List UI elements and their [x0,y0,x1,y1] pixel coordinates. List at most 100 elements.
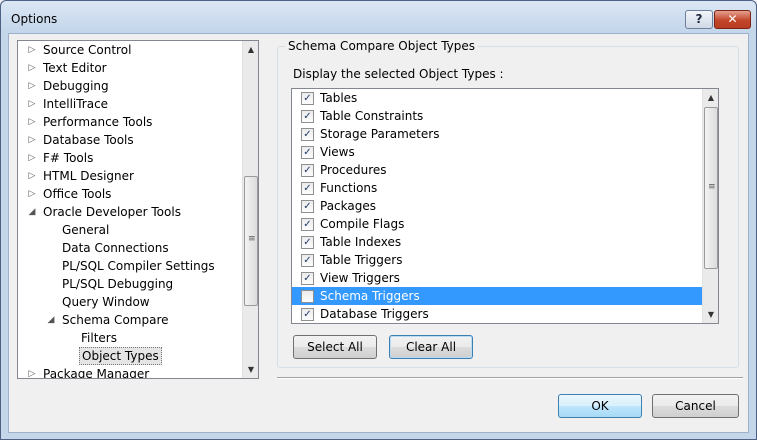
list-item[interactable]: ✓ Views [292,143,702,161]
collapsed-arrow-icon[interactable]: ▷ [26,167,38,185]
tree-item-label: Performance Tools [43,115,153,129]
tree-item[interactable]: ▷ Office Tools [18,185,242,203]
expanded-arrow-icon[interactable]: ◢ [26,203,38,221]
dialog-client-area: ▷ Source Control ▷ Text Editor ▷ Debugging ▷ In… [8,33,749,433]
tree-item-label: Data Connections [62,241,169,255]
checked-checkbox[interactable]: ✓ [301,308,314,321]
tree-item[interactable]: Data Connections [18,239,242,257]
expanded-arrow-icon[interactable]: ◢ [45,311,57,329]
list-item[interactable]: ✓ Functions [292,179,702,197]
checked-checkbox[interactable]: ✓ [301,272,314,285]
list-item[interactable]: ✓ Table Indexes [292,233,702,251]
tree-item-label: General [62,223,110,237]
collapsed-arrow-icon[interactable]: ▷ [26,113,38,131]
list-item-label: Schema Triggers [320,289,420,303]
tree-item-label: HTML Designer [43,169,134,183]
checked-checkbox[interactable]: ✓ [301,92,314,105]
list-item[interactable]: ✓ Database Triggers [292,305,702,323]
tree-scroll-thumb[interactable]: ≡ [244,176,258,306]
list-item-label: View Triggers [320,271,400,285]
ok-button[interactable]: OK [558,394,642,418]
tree-item[interactable]: ▷ IntelliTrace [18,95,242,113]
list-item[interactable]: ✓ Storage Parameters [292,125,702,143]
tree-item-label: Object Types [79,347,162,365]
list-item-label: Compile Flags [320,217,405,231]
tree-item[interactable]: ▷ Source Control [18,41,242,59]
title-bar[interactable]: Options ? ✕ [1,1,756,33]
list-item[interactable]: ✓ Table Triggers [292,251,702,269]
tree-item[interactable]: ▷ Package Manager [18,365,242,378]
list-item-label: Storage Parameters [320,127,440,141]
collapsed-arrow-icon[interactable]: ▷ [26,365,38,378]
scroll-down-arrow-icon[interactable]: ▼ [703,306,718,323]
list-item[interactable]: ✓ Compile Flags [292,215,702,233]
display-label: Display the selected Object Types : [293,67,504,81]
tree-item-label: Database Tools [43,133,134,147]
checked-checkbox[interactable]: ✓ [301,164,314,177]
list-item[interactable]: ✓ Tables [292,89,702,107]
checked-checkbox[interactable]: ✓ [301,146,314,159]
tree-item[interactable]: PL/SQL Debugging [18,275,242,293]
scroll-up-arrow-icon[interactable]: ▲ [703,89,718,106]
list-scroll-thumb[interactable]: ≡ [704,107,718,269]
tree-item[interactable]: ▷ F# Tools [18,149,242,167]
cancel-button[interactable]: Cancel [652,394,739,418]
tree-item[interactable]: Object Types [18,347,242,365]
tree-item-label: Oracle Developer Tools [43,205,181,219]
tree-item[interactable]: ▷ Text Editor [18,59,242,77]
tree-item-label: Debugging [43,79,109,93]
grip-icon: ≡ [708,182,716,192]
tree-item[interactable]: Query Window [18,293,242,311]
list-item[interactable]: ✓ Packages [292,197,702,215]
tree-item-label: PL/SQL Compiler Settings [62,259,215,273]
list-item[interactable]: Schema Triggers [292,287,702,305]
tree-item[interactable]: General [18,221,242,239]
unchecked-checkbox[interactable] [301,290,314,303]
clear-all-button[interactable]: Clear All [389,335,473,359]
object-types-list[interactable]: ✓ Tables ✓ Table Constraints ✓ Storage Parame… [291,88,719,324]
collapsed-arrow-icon[interactable]: ▷ [26,149,38,167]
list-item-label: Table Constraints [320,109,424,123]
help-button[interactable]: ? [685,10,713,29]
select-all-button[interactable]: Select All [293,335,377,359]
list-item[interactable]: ✓ Procedures [292,161,702,179]
checked-checkbox[interactable]: ✓ [301,254,314,267]
options-tree[interactable]: ▷ Source Control ▷ Text Editor ▷ Debugging ▷ In… [17,40,259,379]
tree-item-label: Schema Compare [62,313,169,327]
list-item[interactable]: ✓ Table Constraints [292,107,702,125]
tree-items: ▷ Source Control ▷ Text Editor ▷ Debugging ▷ In… [18,41,242,378]
tree-item[interactable]: ◢ Oracle Developer Tools [18,203,242,221]
collapsed-arrow-icon[interactable]: ▷ [26,77,38,95]
checked-checkbox[interactable]: ✓ [301,182,314,195]
collapsed-arrow-icon[interactable]: ▷ [26,185,38,203]
collapsed-arrow-icon[interactable]: ▷ [26,41,38,59]
list-scrollbar[interactable]: ▲ ≡ ▼ [702,89,718,323]
tree-item-label: IntelliTrace [43,97,109,111]
list-item[interactable]: ✓ View Triggers [292,269,702,287]
tree-scrollbar[interactable]: ▲ ≡ ▼ [242,41,258,378]
scroll-down-arrow-icon[interactable]: ▼ [243,361,258,378]
checked-checkbox[interactable]: ✓ [301,110,314,123]
tree-item[interactable]: ◢ Schema Compare [18,311,242,329]
panel-separator [277,377,743,379]
checked-checkbox[interactable]: ✓ [301,128,314,141]
checked-checkbox[interactable]: ✓ [301,218,314,231]
list-item-label: Views [320,145,355,159]
tree-item[interactable]: ▷ Database Tools [18,131,242,149]
window-title: Options [11,12,58,26]
tree-item-label: F# Tools [43,151,94,165]
tree-item[interactable]: ▷ Debugging [18,77,242,95]
list-item-label: Procedures [320,163,387,177]
collapsed-arrow-icon[interactable]: ▷ [26,95,38,113]
checked-checkbox[interactable]: ✓ [301,236,314,249]
close-button[interactable]: ✕ [714,10,751,29]
tree-item[interactable]: ▷ Performance Tools [18,113,242,131]
collapsed-arrow-icon[interactable]: ▷ [26,59,38,77]
collapsed-arrow-icon[interactable]: ▷ [26,131,38,149]
tree-item[interactable]: ▷ HTML Designer [18,167,242,185]
tree-item[interactable]: Filters [18,329,242,347]
scroll-up-arrow-icon[interactable]: ▲ [243,41,258,58]
tree-item[interactable]: PL/SQL Compiler Settings [18,257,242,275]
tree-item-label: Filters [81,331,117,345]
checked-checkbox[interactable]: ✓ [301,200,314,213]
